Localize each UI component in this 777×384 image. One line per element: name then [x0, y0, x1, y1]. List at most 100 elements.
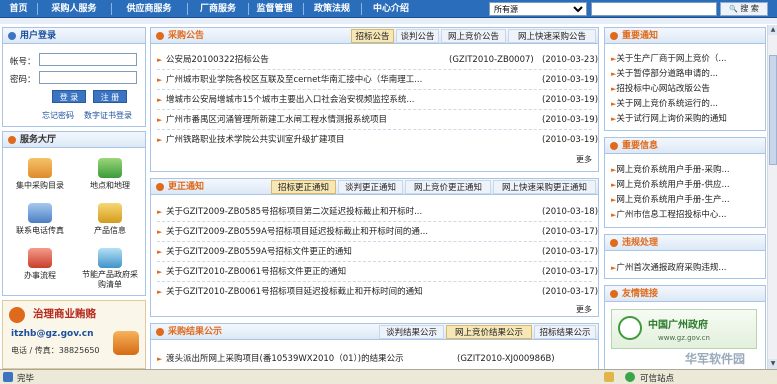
list-item-title: 关于暂停部分道路申请的...	[616, 69, 718, 79]
tab-negotiation-change[interactable]: 谈判更正通知	[338, 180, 403, 194]
bullet-icon	[8, 32, 16, 40]
service-energy-list[interactable]: 节能产品政府采购清单	[79, 248, 141, 290]
more-link[interactable]: 更多	[576, 154, 592, 165]
list-item[interactable]: ► 广州铁路职业技术学院公共实训室升级扩建项目 (2010-03-19)	[157, 133, 598, 147]
tab-online-bidding-notice[interactable]: 网上竞价公告	[441, 29, 506, 43]
banner-phone: 电话 / 传真：38825650	[11, 346, 100, 355]
list-item-title: 增城市公安局增城市15个城市主要出入口社会治安视频监控系统...	[166, 95, 415, 105]
nav-policy[interactable]: 政策法规	[307, 2, 357, 16]
nav-home[interactable]: 首页	[3, 2, 34, 16]
source-select[interactable]: 所有源	[489, 2, 587, 16]
scroll-thumb[interactable]	[769, 55, 777, 165]
list-item[interactable]: ► 广州城市职业学院各校区互联及至cernet华南汇接中心（华南理工... (2…	[157, 73, 598, 87]
results-title: 采购结果公示	[168, 327, 223, 337]
list-item-title: 网上竞价系统用户手册-生产...	[616, 195, 730, 205]
catalog-icon	[28, 158, 52, 178]
tab-bid-result[interactable]: 招标结果公示	[534, 325, 596, 339]
list-item[interactable]: ► 关于GZIT2009-ZB0559A号招标项目延迟投标截止和开标时间的通..…	[157, 225, 598, 239]
password-field[interactable]	[39, 71, 137, 84]
info-title: 重要信息	[622, 141, 659, 151]
list-item[interactable]: ►关于试行网上询价采购的通知	[611, 112, 761, 126]
list-item-title: 关于GZIT2009-ZB0559A号招标文件更正的通知	[166, 247, 352, 257]
list-item[interactable]: ► 广州市番禺区河涌管理所新建工水闸工程水情测报系统项目 (2010-03-19…	[157, 113, 598, 127]
anti-bribery-banner[interactable]: 治理商业贿赂 itzhb@gz.gov.cn 电话 / 传真：38825650	[2, 300, 146, 369]
search-input[interactable]	[591, 2, 717, 16]
list-item[interactable]: ►关于网上竞价系统运行的...	[611, 97, 761, 111]
service-label: 集中采购目录	[16, 181, 64, 190]
list-item[interactable]: ►关于暂停部分道路申请的...	[611, 67, 761, 81]
nav-about[interactable]: 中心介绍	[366, 2, 416, 16]
list-item[interactable]: ►关于生产厂商于网上竞价（...	[611, 52, 761, 66]
list-item[interactable]: ► 关于GZIT2009-ZB0585号招标项目第二次延迟投标截止和开标时...…	[157, 205, 598, 219]
divider	[157, 281, 592, 282]
service-hall-title: 服务大厅	[20, 135, 57, 145]
results-tabs: 谈判结果公示 网上竞价结果公示 招标结果公示	[379, 325, 596, 340]
tab-bid-change[interactable]: 招标更正通知	[271, 180, 336, 194]
gov-link-banner[interactable]: 中国广州政府 www.gz.gov.cn	[611, 309, 757, 349]
tab-bid-notice[interactable]: 招标公告	[351, 29, 394, 43]
login-button[interactable]: 登 录	[52, 90, 86, 103]
divider	[157, 69, 592, 70]
arrow-icon: ►	[157, 248, 163, 256]
service-process[interactable]: 办事流程	[9, 248, 71, 281]
list-item[interactable]: ►广州市信息工程招投标中心...	[611, 208, 761, 222]
account-field[interactable]	[39, 53, 137, 66]
list-item[interactable]: ►招投标中心网站改版公告	[611, 82, 761, 96]
service-hall-header: 服务大厅	[3, 132, 145, 148]
nav-separator	[111, 3, 112, 15]
service-catalog[interactable]: 集中采购目录	[9, 158, 71, 191]
register-button[interactable]: 注 册	[93, 90, 127, 103]
search-button[interactable]: 🔍 搜 索	[720, 2, 768, 16]
tab-online-bidding-change[interactable]: 网上竞价更正通知	[405, 180, 491, 194]
list-item[interactable]: ► 增城市公安局增城市15个城市主要出入口社会治安视频监控系统... (2010…	[157, 93, 598, 107]
list-item-date: (2010-03-17)	[542, 287, 599, 297]
list-item[interactable]: ►网上竞价系统用户手册-采购...	[611, 163, 761, 177]
list-item[interactable]: ►网上竞价系统用户手册-供应...	[611, 178, 761, 192]
forgot-password-link[interactable]: 忘记密码	[42, 110, 74, 121]
scroll-up-icon[interactable]: ▲	[768, 25, 777, 35]
list-item-title: 招投标中心网站改版公告	[616, 84, 710, 94]
service-product[interactable]: 产品信息	[79, 203, 141, 236]
login-panel: 用户登录 帐号： 密码： 登 录 注 册 忘记密码 数字证书登录	[2, 27, 146, 127]
nav-supplier-service[interactable]: 供应商服务	[115, 2, 183, 16]
nav-manufacturer-service[interactable]: 厂商服务	[191, 2, 245, 16]
nav-purchaser-service[interactable]: 采购人服务	[41, 2, 107, 16]
tab-negotiation-notice[interactable]: 谈判公告	[396, 29, 439, 43]
bullet-icon	[156, 32, 164, 40]
search-button-label: 搜 索	[740, 4, 759, 13]
list-item[interactable]: ► 关于GZIT2010-ZB0061号招标项目延迟投标截止和开标时间的通知 (…	[157, 285, 598, 299]
scroll-down-icon[interactable]: ▼	[768, 359, 777, 369]
nav-separator	[37, 3, 38, 15]
more-link[interactable]: 更多	[576, 304, 592, 315]
results-header: 采购结果公示 谈判结果公示 网上竞价结果公示 招标结果公示	[151, 324, 598, 340]
list-item[interactable]: ► 公安局20100322招标公告 (GZIT2010-ZB0007) (201…	[157, 53, 598, 67]
list-item[interactable]: ► 渡头派出所网上采购项目(番10539WX2010（01）)的结果公示 (GZ…	[157, 352, 592, 366]
tab-negotiation-result[interactable]: 谈判结果公示	[379, 325, 444, 339]
cert-login-link[interactable]: 数字证书登录	[84, 110, 132, 121]
list-item-title: 公安局20100322招标公告	[166, 55, 269, 65]
tab-quick-purchase-change[interactable]: 网上快速采购更正通知	[493, 180, 596, 194]
nav-supervision[interactable]: 监督管理	[251, 2, 298, 16]
arrow-icon: ►	[157, 56, 163, 64]
bullet-icon	[610, 142, 618, 150]
arrow-icon: ►	[157, 96, 163, 104]
list-item-code: (GZIT2010-ZB0007)	[449, 55, 534, 65]
vertical-scrollbar[interactable]: ▲ ▼	[767, 25, 777, 369]
list-item[interactable]: ► 关于GZIT2010-ZB0061号招标文件更正的通知 (2010-03-1…	[157, 265, 598, 279]
bullet-icon	[610, 32, 618, 40]
list-item-date: (2010-03-19)	[542, 95, 599, 105]
tab-online-bidding-result[interactable]: 网上竞价结果公示	[446, 325, 532, 339]
list-item[interactable]: ► 关于GZIT2009-ZB0559A号招标文件更正的通知 (2010-03-…	[157, 245, 598, 259]
service-location[interactable]: 地点和地理	[79, 158, 141, 191]
tab-quick-purchase-notice[interactable]: 网上快速采购公告	[508, 29, 596, 43]
announcements-panel: 采购公告 招标公告 谈判公告 网上竞价公告 网上快速采购公告 ► 公安局2010…	[150, 27, 599, 172]
list-item-date: (2010-03-17)	[542, 247, 599, 257]
service-phone[interactable]: 联系电话传真	[9, 203, 71, 236]
list-item[interactable]: ►网上竞价系统用户手册-生产...	[611, 193, 761, 207]
alert-icon	[9, 307, 25, 323]
service-label: 地点和地理	[90, 181, 130, 190]
top-nav: 首页 采购人服务 供应商服务 厂商服务 监督管理 政策法规 中心介绍 所有源 🔍…	[0, 0, 777, 18]
list-item-date: (2010-03-17)	[542, 267, 599, 277]
list-item[interactable]: ►广州首次通报政府采购违规...	[611, 261, 761, 275]
arrow-icon: ►	[157, 136, 163, 144]
